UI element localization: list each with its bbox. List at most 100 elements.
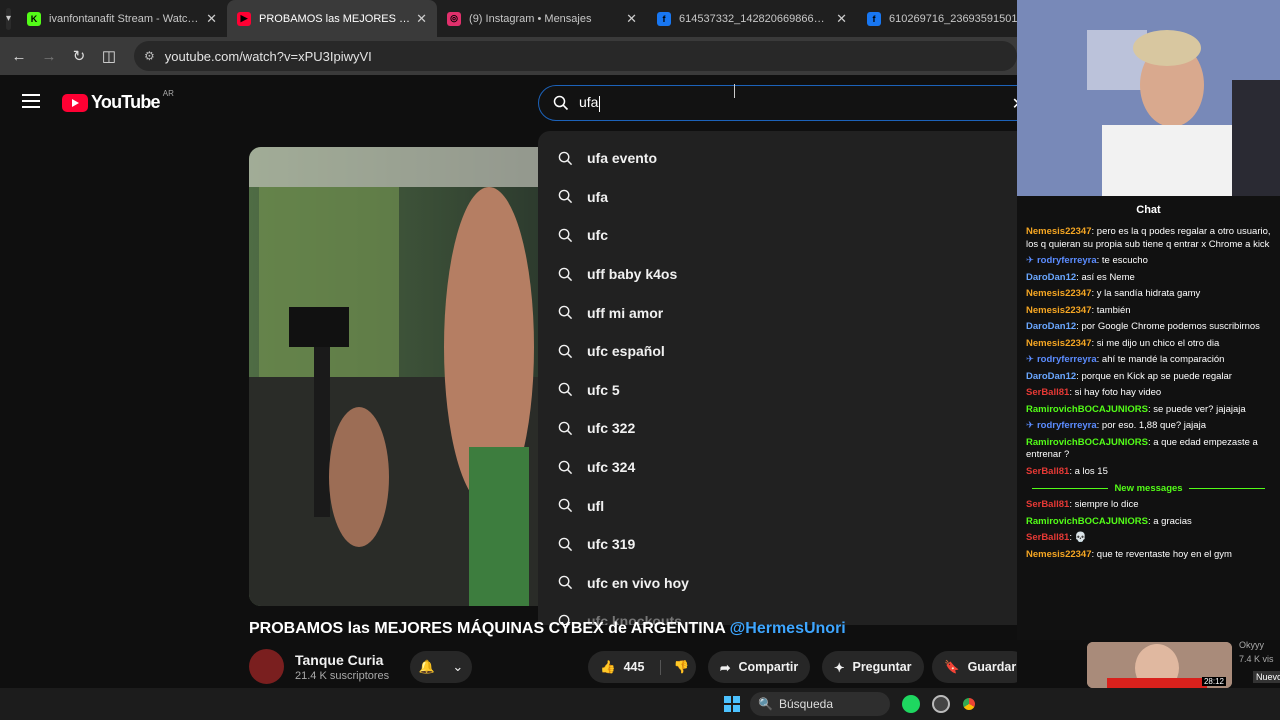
chat-text: 💀 bbox=[1074, 532, 1087, 543]
chat-username[interactable]: DaroDan12 bbox=[1026, 321, 1076, 332]
suggestion-item[interactable]: ufc en vivo hoy bbox=[538, 564, 1017, 603]
os-taskbar: 🔍 Búsqueda bbox=[0, 688, 1280, 720]
thumb-down-icon[interactable]: 👎 bbox=[660, 659, 689, 675]
browser-tab[interactable]: ◎ (9) Instagram • Mensajes ✕ bbox=[437, 0, 647, 37]
thumb-views: 7.4 K vis bbox=[1239, 654, 1274, 664]
title-mention-link[interactable]: @HermesUnori bbox=[730, 620, 846, 637]
chrome-icon[interactable] bbox=[960, 695, 978, 713]
close-tab-icon[interactable]: ✕ bbox=[836, 11, 847, 27]
chat-username[interactable]: SerBall81 bbox=[1026, 499, 1069, 510]
reload-icon[interactable]: ↻ bbox=[64, 47, 94, 65]
search-query-text: ufa bbox=[579, 94, 599, 111]
browser-tab[interactable]: Kivanfontanafit Stream - Watch Live ✕ bbox=[17, 0, 227, 37]
browser-tab[interactable]: ▶ PROBAMOS las MEJORES MÁQUINAS ✕ bbox=[227, 0, 438, 37]
suggestion-text: ufc 322 bbox=[587, 420, 636, 437]
taskbar-search[interactable]: 🔍 Búsqueda bbox=[750, 692, 890, 716]
back-icon[interactable]: ← bbox=[4, 48, 34, 65]
suggestion-item[interactable]: ufc 5 bbox=[538, 371, 1017, 410]
chat-text: que te reventaste hoy en el gym bbox=[1096, 548, 1232, 560]
video-frame bbox=[249, 147, 538, 606]
chat-message: Nemesis22347: si me dijo un chico el otr… bbox=[1026, 337, 1220, 349]
close-tab-icon[interactable]: ✕ bbox=[206, 11, 217, 27]
sidepanel-icon[interactable]: ◫ bbox=[94, 47, 124, 65]
url-text: youtube.com/watch?v=xPU3IpiwyVI bbox=[164, 48, 372, 64]
chat-username[interactable]: SerBall81 bbox=[1026, 466, 1069, 477]
chat-username[interactable]: Nemesis22347 bbox=[1026, 338, 1092, 349]
thumb-duration: 28:12 bbox=[1201, 677, 1226, 686]
chat-username[interactable]: RamirovichBOCAJUNIORS bbox=[1026, 404, 1148, 415]
url-field[interactable]: ⚙ youtube.com/watch?v=xPU3IpiwyVI bbox=[134, 41, 1017, 71]
suggestion-item[interactable]: ufl bbox=[538, 486, 1017, 525]
suggestion-item[interactable]: uff mi amor bbox=[538, 293, 1017, 332]
chat-username[interactable]: DaroDan12 bbox=[1026, 371, 1076, 382]
chat-username[interactable]: Nemesis22347 bbox=[1026, 549, 1092, 560]
ask-button[interactable]: ✦ Preguntar bbox=[822, 651, 924, 683]
chat-message: DaroDan12: porque en Kick ap se puede re… bbox=[1026, 370, 1232, 382]
site-info-icon[interactable]: ⚙ bbox=[144, 49, 155, 63]
spotify-icon[interactable] bbox=[902, 695, 920, 713]
close-tab-icon[interactable]: ✕ bbox=[626, 11, 637, 27]
save-label: Guardar bbox=[967, 660, 1017, 674]
chat-text: a los 15 bbox=[1074, 465, 1108, 477]
search-icon bbox=[558, 344, 573, 358]
chat-message: SerBall81: 💀 bbox=[1026, 532, 1087, 543]
chat-text: se puede ver? jajajaja bbox=[1153, 403, 1246, 415]
channel-name[interactable]: Tanque Curia bbox=[295, 652, 383, 668]
forward-icon[interactable]: → bbox=[34, 48, 64, 65]
suggestion-text: uff mi amor bbox=[587, 304, 664, 321]
suggestion-text: ufl bbox=[587, 497, 605, 514]
streamer-webcam bbox=[1017, 0, 1280, 196]
chat-message: ✈ rodryferreyra: ahí te mandé la comparac… bbox=[1026, 354, 1225, 365]
chat-panel: Chat Nemesis22347: pero es la q podes re… bbox=[1017, 196, 1280, 640]
suggestion-item[interactable]: ufc 324 bbox=[538, 448, 1017, 487]
chat-username[interactable]: Nemesis22347 bbox=[1026, 288, 1092, 299]
recommended-video-thumbnail[interactable]: 28:12 bbox=[1087, 642, 1232, 688]
tab-search-button[interactable]: ▾ bbox=[6, 7, 12, 30]
chat-username[interactable]: RamirovichBOCAJUNIORS bbox=[1026, 437, 1148, 448]
recommendation-strip: 28:12 Okyyy 7.4 K vis Nuevo bbox=[1017, 640, 1280, 688]
chat-username[interactable]: rodryferreyra bbox=[1037, 354, 1097, 365]
subscription-bell-button[interactable]: 🔔 ⌄ bbox=[410, 651, 472, 683]
youtube-logo[interactable]: YouTube AR bbox=[62, 89, 174, 113]
chat-text: porque en Kick ap se puede regalar bbox=[1081, 370, 1232, 382]
settings-app-icon[interactable] bbox=[932, 695, 950, 713]
chat-text: si me dijo un chico el otro dia bbox=[1096, 337, 1220, 349]
chat-username[interactable]: SerBall81 bbox=[1026, 387, 1069, 398]
save-button[interactable]: 🔖 Guardar bbox=[932, 651, 1029, 683]
chat-username[interactable]: rodryferreyra bbox=[1037, 420, 1097, 431]
suggestion-item[interactable]: ufc bbox=[538, 216, 1017, 255]
chat-username[interactable]: DaroDan12 bbox=[1026, 272, 1076, 283]
chat-username[interactable]: RamirovichBOCAJUNIORS bbox=[1026, 516, 1148, 527]
chat-username[interactable]: rodryferreyra bbox=[1037, 255, 1097, 266]
suggestion-item[interactable]: ufc 322 bbox=[538, 409, 1017, 448]
chat-message: SerBall81: a los 15 bbox=[1026, 465, 1108, 477]
badge-icon: ✈ bbox=[1026, 354, 1034, 365]
chat-username[interactable]: Nemesis22347 bbox=[1026, 305, 1092, 316]
tab-favicon-icon: f bbox=[657, 11, 672, 26]
badge-icon: ✈ bbox=[1026, 420, 1034, 431]
search-suggestions: ufa evento ufa ufc uff baby k4os uff mi amor… bbox=[538, 131, 1017, 625]
chat-username[interactable]: SerBall81 bbox=[1026, 532, 1069, 543]
chat-message: DaroDan12: así es Neme bbox=[1026, 271, 1135, 283]
like-button[interactable]: 👍 445 👎 bbox=[588, 651, 696, 683]
chat-message: ✈ rodryferreyra: te escucho bbox=[1026, 255, 1148, 266]
channel-avatar[interactable] bbox=[249, 649, 284, 684]
search-icon bbox=[558, 228, 573, 243]
suggestion-item[interactable]: ufc 319 bbox=[538, 525, 1017, 564]
share-button[interactable]: ➦ Compartir bbox=[708, 651, 811, 683]
suggestion-item[interactable]: ufc español bbox=[538, 332, 1017, 371]
search-input[interactable]: ufa ✕ bbox=[538, 85, 1028, 121]
windows-start-icon[interactable] bbox=[724, 696, 740, 712]
chat-username[interactable]: Nemesis22347 bbox=[1026, 226, 1092, 237]
suggestion-text: ufc 319 bbox=[587, 536, 636, 553]
search-icon bbox=[553, 95, 569, 111]
browser-tab[interactable]: f 614537332_1428206698669992_5 ✕ bbox=[647, 0, 857, 37]
suggestion-item[interactable]: uff baby k4os bbox=[538, 255, 1017, 294]
video-player[interactable] bbox=[249, 147, 538, 606]
close-tab-icon[interactable]: ✕ bbox=[416, 11, 427, 27]
suggestion-item[interactable]: ufa evento bbox=[538, 139, 1017, 178]
tab-title: 614537332_1428206698669992_5 bbox=[679, 12, 830, 25]
menu-icon[interactable] bbox=[22, 94, 40, 108]
suggestion-item[interactable]: ufa bbox=[538, 178, 1017, 217]
thumb-channel: Okyyy bbox=[1239, 640, 1265, 650]
